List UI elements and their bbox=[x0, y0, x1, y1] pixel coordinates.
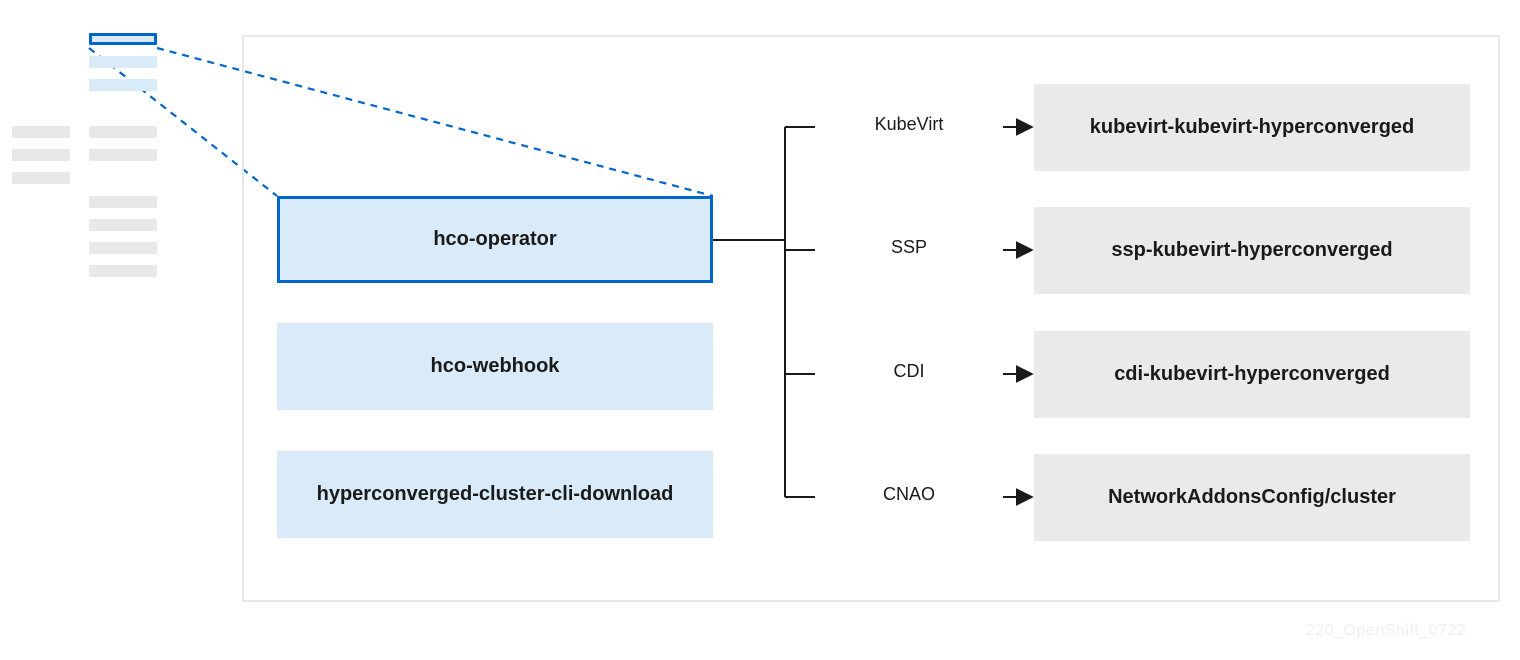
target-cdi-box: cdi-kubevirt-hyperconverged bbox=[1034, 331, 1470, 418]
mini-left-item bbox=[12, 149, 70, 161]
mini-item bbox=[89, 265, 157, 277]
hcc-cli-download-box: hyperconverged-cluster-cli-download bbox=[277, 451, 713, 538]
target-cnao-box: NetworkAddonsConfig/cluster bbox=[1034, 454, 1470, 541]
edge-label-kubevirt: KubeVirt bbox=[815, 114, 1003, 135]
mini-item bbox=[89, 126, 157, 138]
hco-webhook-label: hco-webhook bbox=[431, 355, 560, 378]
target-cnao-label: NetworkAddonsConfig/cluster bbox=[1108, 486, 1396, 509]
hco-operator-label: hco-operator bbox=[433, 228, 556, 251]
target-kubevirt-box: kubevirt-kubevirt-hyperconverged bbox=[1034, 84, 1470, 171]
hcc-cli-download-label: hyperconverged-cluster-cli-download bbox=[317, 483, 674, 506]
target-ssp-box: ssp-kubevirt-hyperconverged bbox=[1034, 207, 1470, 294]
mini-left-item bbox=[12, 172, 70, 184]
mini-item bbox=[89, 79, 157, 91]
mini-item bbox=[89, 149, 157, 161]
target-ssp-label: ssp-kubevirt-hyperconverged bbox=[1111, 239, 1392, 262]
mini-item bbox=[89, 242, 157, 254]
edge-label-ssp: SSP bbox=[815, 237, 1003, 258]
hco-operator-box: hco-operator bbox=[277, 196, 713, 283]
target-kubevirt-label: kubevirt-kubevirt-hyperconverged bbox=[1090, 116, 1415, 139]
hco-webhook-box: hco-webhook bbox=[277, 323, 713, 410]
edge-label-cdi: CDI bbox=[815, 361, 1003, 382]
mini-item bbox=[89, 196, 157, 208]
mini-left-item bbox=[12, 126, 70, 138]
watermark: 220_OpenShift_0722 bbox=[1306, 622, 1466, 640]
edge-label-cnao: CNAO bbox=[815, 484, 1003, 505]
target-cdi-label: cdi-kubevirt-hyperconverged bbox=[1114, 363, 1390, 386]
mini-selected-item bbox=[89, 33, 157, 45]
mini-item bbox=[89, 56, 157, 68]
mini-item bbox=[89, 219, 157, 231]
